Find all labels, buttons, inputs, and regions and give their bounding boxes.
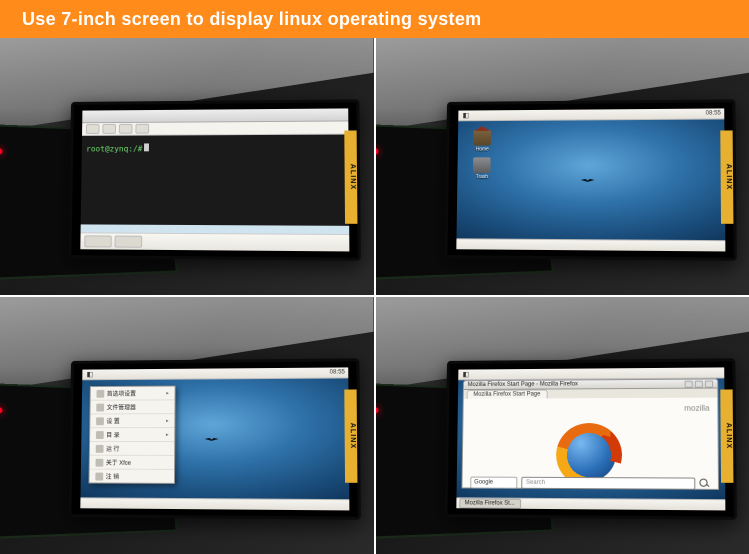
menu-item-icon	[96, 389, 104, 397]
menu-item-icon	[96, 444, 104, 452]
search-engine-select[interactable]: Google	[470, 476, 517, 488]
taskbar-item[interactable]: Mozilla Firefox St...	[459, 498, 521, 508]
menu-item-icon	[96, 403, 104, 411]
terminal-body[interactable]: root@zynq:/#	[80, 134, 349, 226]
lcd-screen-4: ALINX ◧ Mozilla Firefox Start Page - Moz…	[444, 358, 737, 520]
menu-item[interactable]: 关于 Xfce	[89, 455, 174, 469]
brand-badge: ALINX	[345, 389, 360, 482]
cursor-icon	[145, 143, 150, 151]
header-bar: Use 7-inch screen to display linux opera…	[0, 0, 749, 38]
applications-menu-icon[interactable]: ◧	[460, 111, 470, 119]
toolbar-button[interactable]	[86, 123, 100, 133]
search-input[interactable]: Search	[521, 476, 696, 489]
menu-item-icon	[96, 430, 104, 438]
photo-menu: ALINX ◧ 08:55 首选项设置▸ 文件管理器 设 置▸ 目 录▸ 运 行	[0, 297, 374, 554]
photo-firefox: ALINX ◧ Mozilla Firefox Start Page - Moz…	[376, 297, 749, 554]
home-folder-icon[interactable]: Home	[467, 129, 496, 152]
lcd-screen-1: ALINX root@zynq:/#	[69, 99, 362, 261]
maximize-button[interactable]	[695, 380, 703, 387]
bottom-panel	[456, 238, 725, 251]
submenu-arrow-icon: ▸	[166, 390, 169, 396]
toolbar-button[interactable]	[135, 123, 149, 133]
photo-desktop: ALINX ◧ 08:55 Home Trash	[376, 38, 749, 295]
lcd-screen-2: ALINX ◧ 08:55 Home Trash	[444, 99, 737, 261]
xfce-mouse-logo-icon	[580, 176, 594, 184]
submenu-arrow-icon: ▸	[166, 417, 169, 423]
firefox-logo-icon	[553, 418, 623, 485]
taskbar-item[interactable]	[84, 235, 111, 247]
desktop-wallpaper[interactable]: ◧ 08:55 Home Trash	[456, 108, 725, 251]
terminal-toolbar	[82, 121, 349, 135]
xfce-mouse-logo-icon	[205, 435, 219, 443]
menu-item[interactable]: 首选项设置▸	[90, 386, 174, 400]
browser-tab[interactable]: Mozilla Firefox Start Page	[466, 389, 547, 398]
mozilla-brand-text: mozilla	[684, 403, 709, 412]
bottom-panel: Mozilla Firefox St...	[456, 497, 725, 510]
top-panel: ◧ 08:55	[82, 367, 348, 380]
applications-menu-icon[interactable]: ◧	[460, 370, 470, 378]
shell-prompt: root@zynq:/#	[86, 144, 142, 153]
menu-item-icon	[96, 417, 104, 425]
taskbar	[80, 232, 349, 251]
toolbar-button[interactable]	[102, 123, 116, 133]
submenu-arrow-icon: ▸	[166, 431, 169, 437]
taskbar-item[interactable]	[114, 235, 142, 247]
menu-item[interactable]: 目 录▸	[90, 428, 175, 442]
header-title: Use 7-inch screen to display linux opera…	[22, 9, 481, 30]
system-tray[interactable]: 08:55	[705, 110, 720, 116]
lcd-screen-3: ALINX ◧ 08:55 首选项设置▸ 文件管理器 设 置▸ 目 录▸ 运 行	[69, 358, 362, 520]
brand-badge: ALINX	[720, 130, 735, 223]
menu-item[interactable]: 文件管理器	[90, 400, 175, 414]
brand-badge: ALINX	[720, 389, 735, 482]
clock-text: 08:55	[330, 369, 345, 375]
window-title-text: Mozilla Firefox Start Page - Mozilla Fir…	[467, 381, 577, 388]
menu-item[interactable]: 注 销	[89, 469, 174, 482]
minimize-button[interactable]	[685, 380, 693, 387]
menu-item[interactable]: 运 行	[90, 442, 175, 456]
desktop-wallpaper[interactable]: ◧ 08:55 首选项设置▸ 文件管理器 设 置▸ 目 录▸ 运 行 关于 Xf…	[80, 367, 349, 510]
photo-grid: ALINX root@zynq:/#	[0, 38, 749, 554]
system-tray[interactable]: 08:55	[330, 369, 345, 375]
photo-terminal: ALINX root@zynq:/#	[0, 38, 374, 295]
brand-badge: ALINX	[345, 130, 360, 223]
toolbar-button[interactable]	[119, 123, 133, 133]
bottom-panel	[80, 497, 349, 510]
top-panel: ◧ 08:55	[458, 108, 724, 121]
menu-item[interactable]: 设 置▸	[90, 414, 175, 428]
search-bar-row: Google Search	[461, 476, 719, 490]
applications-menu: 首选项设置▸ 文件管理器 设 置▸ 目 录▸ 运 行 关于 Xfce 注 销	[88, 385, 176, 483]
clock-text: 08:55	[705, 110, 720, 116]
search-icon[interactable]	[699, 478, 709, 488]
applications-menu-icon[interactable]: ◧	[85, 370, 95, 378]
menu-item-icon	[95, 458, 103, 466]
browser-viewport: mozilla	[461, 397, 719, 487]
trash-icon[interactable]: Trash	[467, 157, 496, 180]
close-button[interactable]	[705, 380, 713, 387]
menu-item-icon	[95, 472, 103, 480]
desktop-wallpaper: ◧ Mozilla Firefox Start Page - Mozilla F…	[456, 367, 725, 510]
